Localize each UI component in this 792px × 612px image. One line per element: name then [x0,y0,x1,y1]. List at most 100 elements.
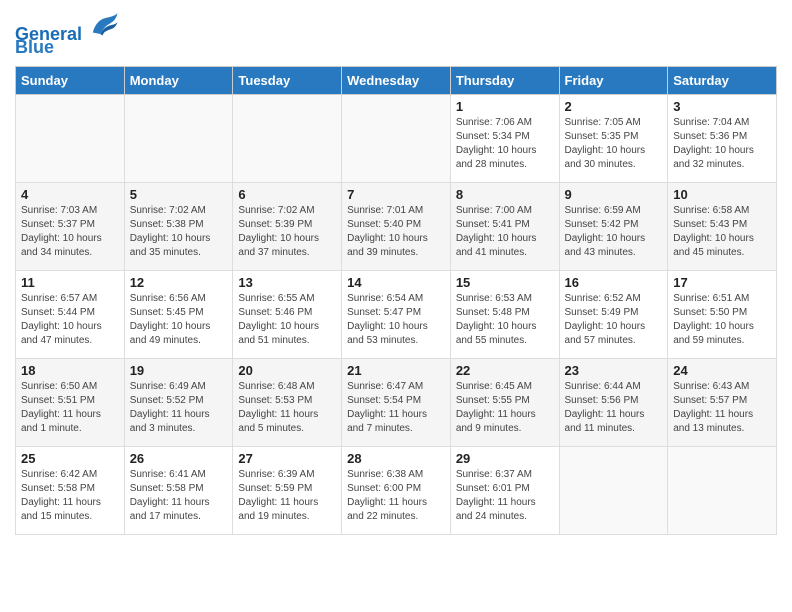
day-number: 19 [130,363,228,378]
day-info: Sunrise: 6:45 AM Sunset: 5:55 PM Dayligh… [456,380,554,436]
calendar-cell: 28Sunrise: 6:38 AM Sunset: 6:00 PM Dayli… [342,446,451,534]
calendar-cell: 9 Sunrise: 6:59 AM Sunset: 5:42 PM Daylig… [559,182,668,270]
calendar-cell: 2 Sunrise: 7:05 AM Sunset: 5:35 PM Daylig… [559,94,668,182]
calendar-cell [233,94,342,182]
calendar-cell [668,446,777,534]
calendar-cell: 1 Sunrise: 7:06 AM Sunset: 5:34 PM Daylig… [450,94,559,182]
day-number: 21 [347,363,445,378]
day-number: 8 [456,187,554,202]
calendar-cell: 7Sunrise: 7:01 AM Sunset: 5:40 PM Daylig… [342,182,451,270]
day-info: Sunrise: 6:59 AM Sunset: 5:42 PM Dayligh… [565,204,663,260]
col-header-wednesday: Wednesday [342,66,451,94]
col-header-monday: Monday [124,66,233,94]
col-header-friday: Friday [559,66,668,94]
calendar-cell: 14Sunrise: 6:54 AM Sunset: 5:47 PM Dayli… [342,270,451,358]
day-info: Sunrise: 6:58 AM Sunset: 5:43 PM Dayligh… [673,204,771,260]
page-container: General Blue SundayMondayTuesdayWednesda… [0,0,792,545]
col-header-sunday: Sunday [16,66,125,94]
day-info: Sunrise: 7:06 AM Sunset: 5:34 PM Dayligh… [456,116,554,172]
calendar-cell: 29 Sunrise: 6:37 AM Sunset: 6:01 PM Dayli… [450,446,559,534]
col-header-saturday: Saturday [668,66,777,94]
day-number: 16 [565,275,663,290]
day-number: 20 [238,363,336,378]
day-number: 5 [130,187,228,202]
day-number: 4 [21,187,119,202]
day-number: 6 [238,187,336,202]
day-info: Sunrise: 6:41 AM Sunset: 5:58 PM Dayligh… [130,468,228,524]
day-info: Sunrise: 6:51 AM Sunset: 5:50 PM Dayligh… [673,292,771,348]
day-info: Sunrise: 6:53 AM Sunset: 5:48 PM Dayligh… [456,292,554,348]
day-info: Sunrise: 7:02 AM Sunset: 5:39 PM Dayligh… [238,204,336,260]
day-number: 12 [130,275,228,290]
day-number: 24 [673,363,771,378]
calendar-cell: 6 Sunrise: 7:02 AM Sunset: 5:39 PM Daylig… [233,182,342,270]
day-info: Sunrise: 6:37 AM Sunset: 6:01 PM Dayligh… [456,468,554,524]
calendar-cell: 27 Sunrise: 6:39 AM Sunset: 5:59 PM Dayli… [233,446,342,534]
calendar-cell: 20 Sunrise: 6:48 AM Sunset: 5:53 PM Dayli… [233,358,342,446]
calendar-cell: 4 Sunrise: 7:03 AM Sunset: 5:37 PM Daylig… [16,182,125,270]
calendar-cell: 18 Sunrise: 6:50 AM Sunset: 5:51 PM Dayli… [16,358,125,446]
day-number: 10 [673,187,771,202]
calendar-cell: 13 Sunrise: 6:55 AM Sunset: 5:46 PM Dayli… [233,270,342,358]
calendar-cell: 26Sunrise: 6:41 AM Sunset: 5:58 PM Dayli… [124,446,233,534]
day-info: Sunrise: 6:39 AM Sunset: 5:59 PM Dayligh… [238,468,336,524]
calendar-cell: 16 Sunrise: 6:52 AM Sunset: 5:49 PM Dayli… [559,270,668,358]
day-info: Sunrise: 6:52 AM Sunset: 5:49 PM Dayligh… [565,292,663,348]
calendar-cell: 17Sunrise: 6:51 AM Sunset: 5:50 PM Dayli… [668,270,777,358]
day-number: 7 [347,187,445,202]
calendar-cell: 12Sunrise: 6:56 AM Sunset: 5:45 PM Dayli… [124,270,233,358]
day-info: Sunrise: 6:48 AM Sunset: 5:53 PM Dayligh… [238,380,336,436]
day-info: Sunrise: 6:55 AM Sunset: 5:46 PM Dayligh… [238,292,336,348]
calendar-cell: 8 Sunrise: 7:00 AM Sunset: 5:41 PM Daylig… [450,182,559,270]
day-info: Sunrise: 6:47 AM Sunset: 5:54 PM Dayligh… [347,380,445,436]
day-info: Sunrise: 7:03 AM Sunset: 5:37 PM Dayligh… [21,204,119,260]
day-number: 1 [456,99,554,114]
day-info: Sunrise: 7:04 AM Sunset: 5:36 PM Dayligh… [673,116,771,172]
day-number: 13 [238,275,336,290]
col-header-thursday: Thursday [450,66,559,94]
calendar-cell: 24 Sunrise: 6:43 AM Sunset: 5:57 PM Dayli… [668,358,777,446]
day-number: 2 [565,99,663,114]
day-number: 9 [565,187,663,202]
day-info: Sunrise: 6:43 AM Sunset: 5:57 PM Dayligh… [673,380,771,436]
day-info: Sunrise: 7:00 AM Sunset: 5:41 PM Dayligh… [456,204,554,260]
day-number: 25 [21,451,119,466]
calendar-week-3: 18 Sunrise: 6:50 AM Sunset: 5:51 PM Dayli… [16,358,777,446]
calendar-cell: 5 Sunrise: 7:02 AM Sunset: 5:38 PM Daylig… [124,182,233,270]
calendar-week-0: 1 Sunrise: 7:06 AM Sunset: 5:34 PM Daylig… [16,94,777,182]
logo: General Blue [15,10,119,58]
calendar-cell [124,94,233,182]
day-number: 15 [456,275,554,290]
calendar-cell: 3 Sunrise: 7:04 AM Sunset: 5:36 PM Daylig… [668,94,777,182]
calendar-cell: 23 Sunrise: 6:44 AM Sunset: 5:56 PM Dayli… [559,358,668,446]
col-header-tuesday: Tuesday [233,66,342,94]
day-info: Sunrise: 6:57 AM Sunset: 5:44 PM Dayligh… [21,292,119,348]
day-number: 22 [456,363,554,378]
logo-bird-icon [89,10,119,40]
calendar-week-4: 25 Sunrise: 6:42 AM Sunset: 5:58 PM Dayli… [16,446,777,534]
calendar-cell: 25 Sunrise: 6:42 AM Sunset: 5:58 PM Dayli… [16,446,125,534]
day-number: 29 [456,451,554,466]
day-info: Sunrise: 6:38 AM Sunset: 6:00 PM Dayligh… [347,468,445,524]
calendar-week-2: 11Sunrise: 6:57 AM Sunset: 5:44 PM Dayli… [16,270,777,358]
calendar-cell [16,94,125,182]
day-number: 27 [238,451,336,466]
day-number: 3 [673,99,771,114]
calendar-cell: 21 Sunrise: 6:47 AM Sunset: 5:54 PM Dayli… [342,358,451,446]
calendar-cell: 11Sunrise: 6:57 AM Sunset: 5:44 PM Dayli… [16,270,125,358]
day-info: Sunrise: 6:44 AM Sunset: 5:56 PM Dayligh… [565,380,663,436]
day-info: Sunrise: 6:50 AM Sunset: 5:51 PM Dayligh… [21,380,119,436]
calendar-cell [342,94,451,182]
day-number: 18 [21,363,119,378]
page-header: General Blue [15,10,777,58]
day-info: Sunrise: 7:02 AM Sunset: 5:38 PM Dayligh… [130,204,228,260]
day-info: Sunrise: 7:05 AM Sunset: 5:35 PM Dayligh… [565,116,663,172]
calendar-cell: 19 Sunrise: 6:49 AM Sunset: 5:52 PM Dayli… [124,358,233,446]
calendar-table: SundayMondayTuesdayWednesdayThursdayFrid… [15,66,777,535]
day-info: Sunrise: 6:49 AM Sunset: 5:52 PM Dayligh… [130,380,228,436]
calendar-cell [559,446,668,534]
calendar-cell: 22 Sunrise: 6:45 AM Sunset: 5:55 PM Dayli… [450,358,559,446]
day-info: Sunrise: 6:42 AM Sunset: 5:58 PM Dayligh… [21,468,119,524]
day-number: 23 [565,363,663,378]
day-info: Sunrise: 6:54 AM Sunset: 5:47 PM Dayligh… [347,292,445,348]
